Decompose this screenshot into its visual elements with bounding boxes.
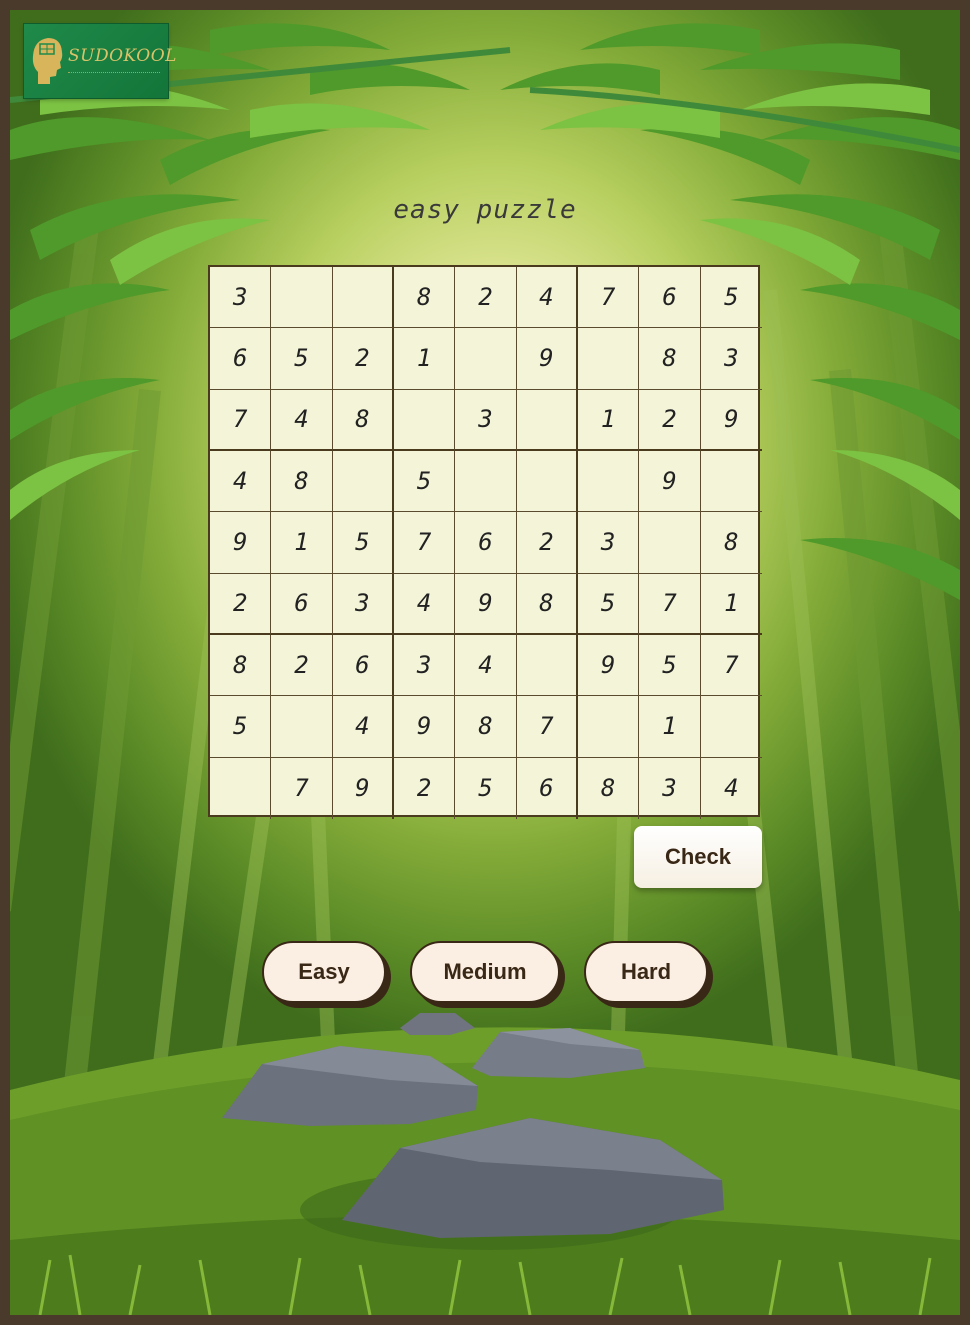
sudoku-cell[interactable]: 9 bbox=[639, 450, 701, 513]
sudoku-cell[interactable] bbox=[577, 328, 640, 390]
sudoku-cell[interactable]: 3 bbox=[577, 512, 640, 574]
puzzle-title: easy puzzle bbox=[393, 195, 577, 225]
sudoku-cell[interactable]: 7 bbox=[700, 635, 762, 697]
sudoku-cell[interactable]: 5 bbox=[271, 328, 333, 390]
sudoku-cell[interactable]: 4 bbox=[332, 696, 394, 758]
sudoku-cell[interactable]: 8 bbox=[639, 328, 701, 390]
sudoku-cell[interactable]: 5 bbox=[700, 267, 762, 329]
sudoku-cell[interactable]: 4 bbox=[393, 573, 456, 635]
sudoku-cell[interactable]: 9 bbox=[577, 634, 640, 697]
sudoku-cell[interactable] bbox=[700, 696, 762, 758]
sudoku-cell[interactable]: 4 bbox=[455, 634, 517, 697]
sudoku-cell[interactable] bbox=[516, 450, 578, 513]
sudoku-cell[interactable]: 2 bbox=[271, 634, 333, 697]
sudoku-cell[interactable]: 7 bbox=[516, 696, 578, 758]
sudoku-cell[interactable]: 3 bbox=[393, 634, 456, 697]
sudoku-cell[interactable] bbox=[210, 757, 272, 819]
sudoku-cell[interactable]: 9 bbox=[393, 696, 456, 758]
sudoku-cell[interactable] bbox=[455, 328, 517, 390]
sudoku-cell[interactable]: 9 bbox=[210, 512, 272, 574]
sudoku-cell[interactable] bbox=[577, 450, 640, 513]
sudoku-cell[interactable] bbox=[393, 389, 456, 451]
sudoku-grid: 3824765652198374831294859915762382634985… bbox=[208, 265, 762, 819]
sudoku-cell[interactable]: 4 bbox=[701, 758, 762, 819]
hard-button[interactable]: Hard bbox=[584, 941, 708, 1003]
sudoku-cell[interactable]: 6 bbox=[639, 267, 701, 329]
sudoku-cell[interactable] bbox=[700, 451, 762, 513]
brain-head-icon bbox=[32, 38, 63, 84]
sudoku-cell[interactable]: 1 bbox=[700, 574, 762, 635]
sudoku-cell[interactable]: 7 bbox=[393, 512, 456, 574]
logo-tagline-line bbox=[68, 72, 160, 75]
sudoku-cell[interactable]: 2 bbox=[394, 757, 456, 819]
sudoku-cell[interactable]: 8 bbox=[700, 512, 762, 574]
sudokool-logo[interactable]: SUDOKOOL bbox=[24, 24, 176, 98]
sudoku-cell[interactable]: 5 bbox=[332, 512, 394, 574]
sudoku-cell[interactable]: 7 bbox=[271, 757, 333, 819]
sudoku-cell[interactable]: 3 bbox=[210, 267, 272, 329]
sudoku-cell[interactable]: 6 bbox=[455, 512, 517, 574]
game-background: SUDOKOOL easy puzzle 3824765652198374831… bbox=[10, 10, 960, 1315]
sudoku-cell[interactable]: 1 bbox=[639, 696, 701, 758]
sudoku-cell[interactable]: 8 bbox=[210, 634, 272, 697]
sudoku-cell[interactable]: 5 bbox=[210, 696, 272, 758]
sudoku-cell[interactable] bbox=[577, 696, 640, 758]
sudoku-cell[interactable]: 8 bbox=[332, 389, 394, 451]
sudoku-cell[interactable]: 2 bbox=[639, 389, 701, 451]
sudoku-cell[interactable] bbox=[516, 389, 578, 451]
sudoku-cell[interactable] bbox=[332, 450, 394, 513]
sudoku-cell[interactable]: 7 bbox=[639, 573, 701, 635]
sudoku-cell[interactable]: 4 bbox=[210, 450, 272, 513]
sudoku-cell[interactable]: 7 bbox=[210, 389, 272, 451]
sudoku-cell[interactable]: 1 bbox=[271, 512, 333, 574]
sudoku-cell[interactable]: 3 bbox=[639, 757, 701, 819]
sudoku-cell[interactable]: 5 bbox=[455, 757, 517, 819]
sudoku-cell[interactable] bbox=[332, 267, 394, 329]
sudoku-cell[interactable]: 4 bbox=[516, 267, 578, 329]
sudoku-cell[interactable]: 6 bbox=[271, 573, 333, 635]
sudoku-cell[interactable]: 2 bbox=[210, 573, 272, 635]
sudoku-cell[interactable]: 4 bbox=[271, 389, 333, 451]
easy-button[interactable]: Easy bbox=[262, 941, 386, 1003]
sudoku-cell[interactable]: 9 bbox=[516, 328, 578, 390]
sudoku-cell[interactable] bbox=[639, 512, 701, 574]
sudoku-cell[interactable] bbox=[271, 267, 333, 329]
sudoku-cell[interactable]: 2 bbox=[516, 512, 578, 574]
sudoku-cell[interactable]: 2 bbox=[332, 328, 394, 390]
sudoku-cell[interactable]: 8 bbox=[516, 573, 578, 635]
sudoku-cell[interactable]: 3 bbox=[455, 389, 517, 451]
sudoku-cell[interactable]: 6 bbox=[210, 328, 272, 390]
sudoku-cell[interactable]: 8 bbox=[393, 267, 456, 329]
sudoku-cell[interactable]: 5 bbox=[639, 634, 701, 697]
sudoku-cell[interactable]: 2 bbox=[455, 267, 517, 329]
sudoku-cell[interactable]: 3 bbox=[332, 573, 394, 635]
sudoku-cell[interactable] bbox=[516, 634, 578, 697]
sudoku-cell[interactable]: 9 bbox=[700, 390, 762, 451]
sudoku-cell[interactable]: 1 bbox=[393, 328, 456, 390]
sudoku-cell[interactable]: 8 bbox=[578, 757, 640, 819]
sudoku-cell[interactable]: 5 bbox=[577, 573, 640, 635]
sudoku-cell[interactable] bbox=[455, 450, 517, 513]
sudoku-cell[interactable]: 3 bbox=[700, 328, 762, 390]
sudoku-cell[interactable]: 6 bbox=[517, 757, 578, 819]
medium-button[interactable]: Medium bbox=[410, 941, 560, 1003]
sudoku-cell[interactable]: 6 bbox=[332, 634, 394, 697]
sudoku-cell[interactable]: 1 bbox=[577, 389, 640, 451]
sudoku-cell[interactable]: 8 bbox=[271, 450, 333, 513]
sudoku-cell[interactable]: 7 bbox=[577, 267, 640, 329]
logo-text: SUDOKOOL bbox=[68, 46, 177, 66]
sudoku-cell[interactable]: 9 bbox=[333, 757, 394, 819]
sudoku-cell[interactable]: 5 bbox=[393, 450, 456, 513]
sudoku-cell[interactable]: 9 bbox=[455, 573, 517, 635]
check-button[interactable]: Check bbox=[634, 826, 762, 888]
sudoku-cell[interactable]: 8 bbox=[455, 696, 517, 758]
sudoku-cell[interactable] bbox=[271, 696, 333, 758]
